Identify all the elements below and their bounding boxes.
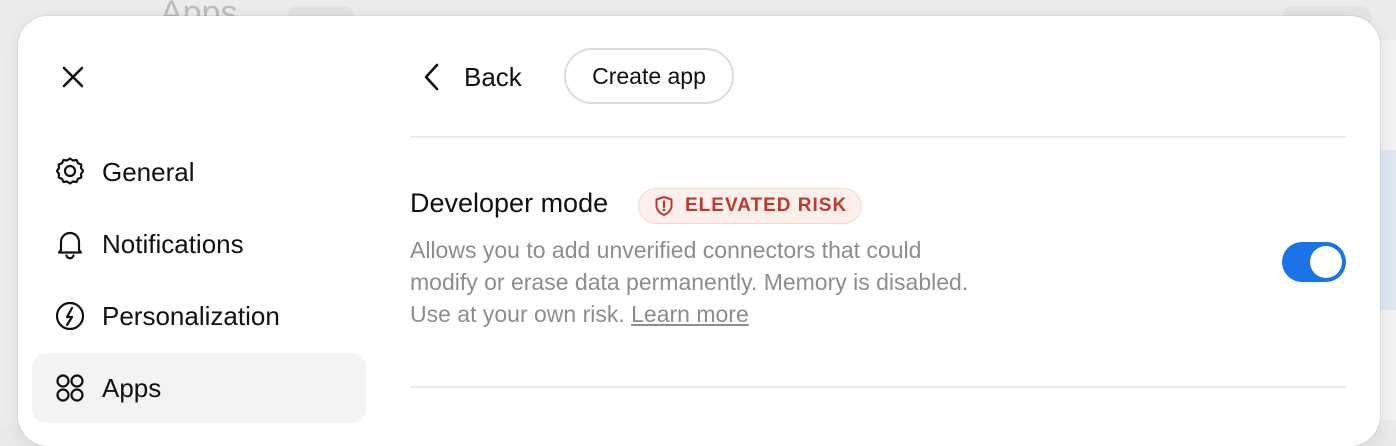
apps-grid-icon <box>52 370 88 406</box>
risk-badge-label: ELEVATED RISK <box>685 195 848 216</box>
background-card-highlight <box>1380 150 1396 310</box>
developer-mode-toggle[interactable] <box>1282 242 1346 282</box>
back-button[interactable]: Back <box>422 58 522 96</box>
sidebar-item-general[interactable]: General <box>32 137 366 207</box>
settings-modal: General Notifications Personalization Ap… <box>18 16 1380 446</box>
sidebar-item-label: Apps <box>102 372 162 403</box>
sidebar-item-label: Personalization <box>102 300 280 331</box>
sidebar-item-label: Notifications <box>102 228 244 259</box>
close-icon <box>62 66 84 88</box>
toggle-knob <box>1310 246 1342 278</box>
gear-icon <box>52 154 88 190</box>
learn-more-link[interactable]: Learn more <box>631 301 749 327</box>
setting-description: Allows you to add unverified connectors … <box>410 234 980 330</box>
bell-icon <box>52 226 88 262</box>
setting-title: Developer mode <box>410 188 609 218</box>
sidebar-item-personalization[interactable]: Personalization <box>32 281 366 351</box>
chevron-left-icon <box>424 63 439 91</box>
personalization-icon <box>52 298 88 334</box>
divider <box>410 386 1346 388</box>
shield-alert-icon <box>653 195 675 217</box>
create-app-button[interactable]: Create app <box>564 48 734 104</box>
sidebar-item-notifications[interactable]: Notifications <box>32 209 366 279</box>
sidebar-item-apps[interactable]: Apps <box>32 353 366 423</box>
risk-badge: ELEVATED RISK <box>638 188 863 224</box>
back-label: Back <box>464 61 522 92</box>
sidebar-item-label: General <box>102 156 195 187</box>
close-button[interactable] <box>58 62 88 92</box>
divider <box>410 136 1346 138</box>
